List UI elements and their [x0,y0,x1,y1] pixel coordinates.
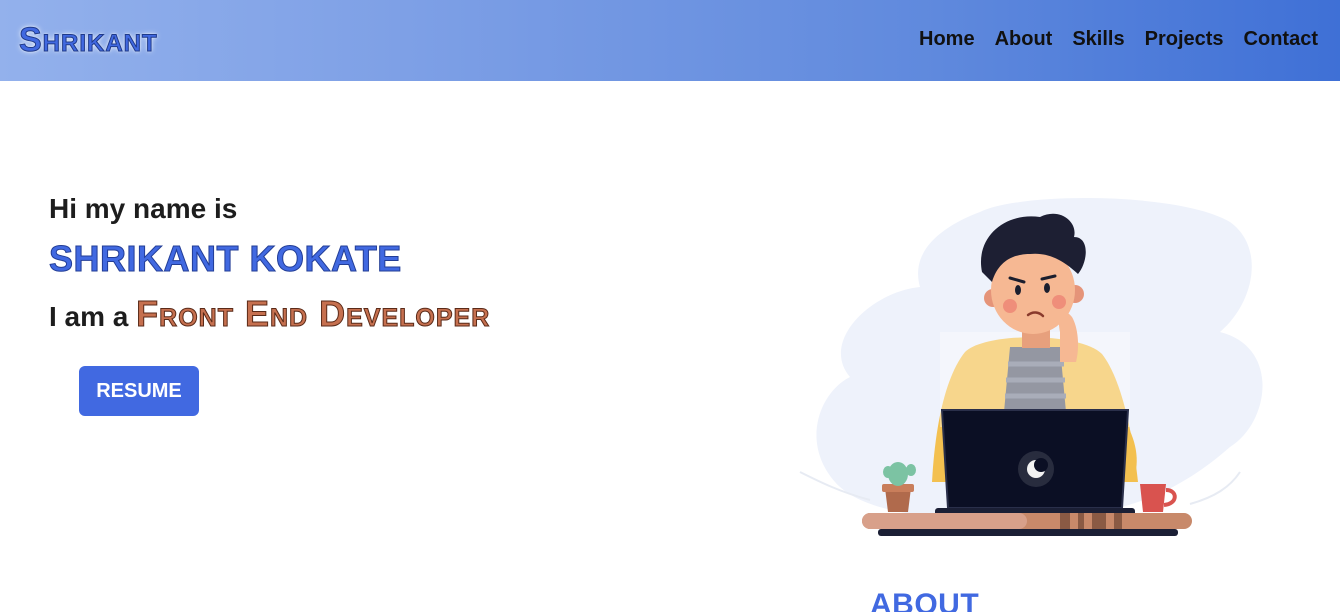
hero-role: Front End Developer [136,293,491,334]
about-heading: ABOUT [870,588,980,612]
hero-greeting: Hi my name is [49,193,238,224]
developer-at-laptop-illustration [760,182,1300,584]
nav-link-contact[interactable]: Contact [1244,27,1318,51]
nav-link-skills[interactable]: Skills [1072,27,1124,51]
hero-role-prefix: I am a [49,301,129,332]
hero-name: SHRIKANT KOKATE [49,238,402,280]
nav-links: Home About Skills Projects Contact [919,27,1318,51]
brand-logo[interactable]: Shrikant [19,20,158,60]
nav-link-home[interactable]: Home [919,27,975,51]
nav-link-projects[interactable]: Projects [1145,27,1224,51]
navbar: Shrikant Home About Skills Projects Cont… [0,0,1340,81]
nav-link-about[interactable]: About [995,27,1053,51]
hero-role-line: I am a Front End Developer [49,293,491,337]
resume-button[interactable]: RESUME [79,366,199,416]
